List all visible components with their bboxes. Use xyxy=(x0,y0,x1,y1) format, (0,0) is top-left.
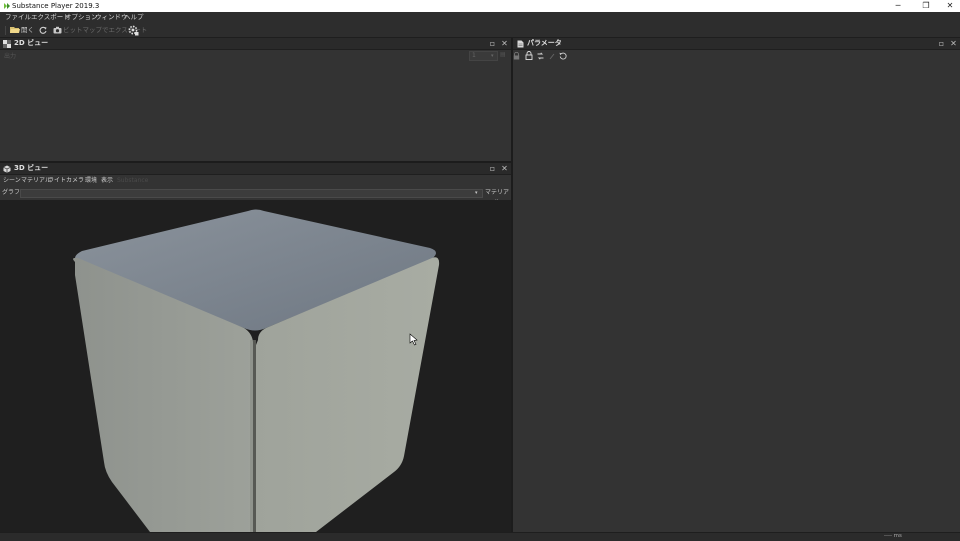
panel-parameters-header: パラメータ ▫ ✕ xyxy=(513,38,960,50)
document-icon xyxy=(517,40,524,48)
close-panel-icon[interactable]: ✕ xyxy=(500,164,509,173)
menu-export[interactable]: エクスポート xyxy=(31,12,70,23)
menu-window[interactable]: ウィンドウ xyxy=(95,12,128,23)
panel-2d-title: 2D ビュー xyxy=(14,39,49,47)
title-bar: Substance Player 2019.3 ─ ❐ ✕ xyxy=(0,0,960,12)
panel-2d-view: 2D ビュー ▫ ✕ 出力 1 ▾ ▤ xyxy=(0,38,511,161)
material-button[interactable]: マテリアル xyxy=(484,188,510,206)
window-title: Substance Player 2019.3 xyxy=(12,2,100,10)
panel-3d-view: 3D ビュー ▫ ✕ シーン マテリアル ライト カメラ 環境 表示 Subst… xyxy=(0,163,511,532)
pencil-icon[interactable] xyxy=(549,52,555,60)
lock-icon[interactable] xyxy=(513,52,520,60)
menu-bar: ファイル エクスポート オプション ウィンドウ ヘルプ xyxy=(0,12,960,23)
reset-icon[interactable] xyxy=(559,52,567,60)
panel-3d-header: 3D ビュー ▫ ✕ xyxy=(0,163,511,175)
panel-parameters: パラメータ ▫ ✕ xyxy=(513,38,960,532)
menu-scene[interactable]: シーン xyxy=(3,176,21,186)
menu-material[interactable]: マテリアル xyxy=(21,176,51,186)
menu-camera[interactable]: カメラ xyxy=(66,176,84,186)
maximize-panel-icon[interactable]: ▫ xyxy=(937,39,946,48)
close-panel-icon[interactable]: ✕ xyxy=(500,39,509,48)
horizontal-splitter[interactable] xyxy=(0,161,511,163)
minimize-button[interactable]: ─ xyxy=(884,0,912,12)
3d-viewport[interactable] xyxy=(0,200,511,532)
close-window-button[interactable]: ✕ xyxy=(936,0,960,12)
menu-file[interactable]: ファイル xyxy=(5,12,31,23)
panel-parameters-title: パラメータ xyxy=(527,39,562,47)
toolbar-grip xyxy=(5,26,6,35)
menu-environment[interactable]: 環境 xyxy=(85,176,97,186)
cube-render xyxy=(73,209,440,532)
lock-open-icon[interactable] xyxy=(525,51,533,60)
output-label: 出力 xyxy=(4,53,17,60)
random-seed-icon[interactable] xyxy=(537,52,544,60)
chevron-down-icon: ▾ xyxy=(475,190,478,196)
menu-help[interactable]: ヘルプ xyxy=(124,12,144,23)
reload-icon[interactable] xyxy=(39,26,47,34)
chevron-down-icon: ▾ xyxy=(491,53,494,59)
close-panel-icon[interactable]: ✕ xyxy=(949,39,958,48)
substance-logo-icon xyxy=(4,3,10,9)
render-time-label: ---- ms xyxy=(884,533,902,539)
maximize-panel-icon[interactable]: ▫ xyxy=(488,39,497,48)
maximize-panel-icon[interactable]: ▫ xyxy=(488,164,497,173)
menu-display[interactable]: 表示 xyxy=(101,176,113,186)
graph-row: グラフ: ▾ マテリアル xyxy=(0,188,511,206)
output-select[interactable]: 1 ▾ xyxy=(469,51,498,61)
cube-3d-icon xyxy=(3,165,11,173)
camera-icon[interactable] xyxy=(53,26,62,34)
settings-gear-icon[interactable] xyxy=(127,24,139,36)
channel-toggle-icon[interactable]: ▤ xyxy=(500,51,506,58)
graph-select[interactable]: ▾ xyxy=(20,189,483,198)
output-select-value: 1 xyxy=(472,52,476,59)
menu-light[interactable]: ライト xyxy=(48,176,66,186)
menu-substance[interactable]: Substance xyxy=(117,176,148,186)
menu-options[interactable]: オプション xyxy=(65,12,98,23)
checker-2d-icon xyxy=(3,40,11,48)
open-button-label[interactable]: 開く xyxy=(21,23,34,37)
folder-open-icon[interactable] xyxy=(10,26,20,34)
parameters-toolbar xyxy=(513,51,960,61)
panel-3d-menubar: シーン マテリアル ライト カメラ 環境 表示 Substance xyxy=(0,176,511,186)
panel-3d-title: 3D ビュー xyxy=(14,164,49,172)
panel-2d-header: 2D ビュー ▫ ✕ xyxy=(0,38,511,50)
toolbar: 開く ビットマップでエクスポート xyxy=(0,23,960,38)
